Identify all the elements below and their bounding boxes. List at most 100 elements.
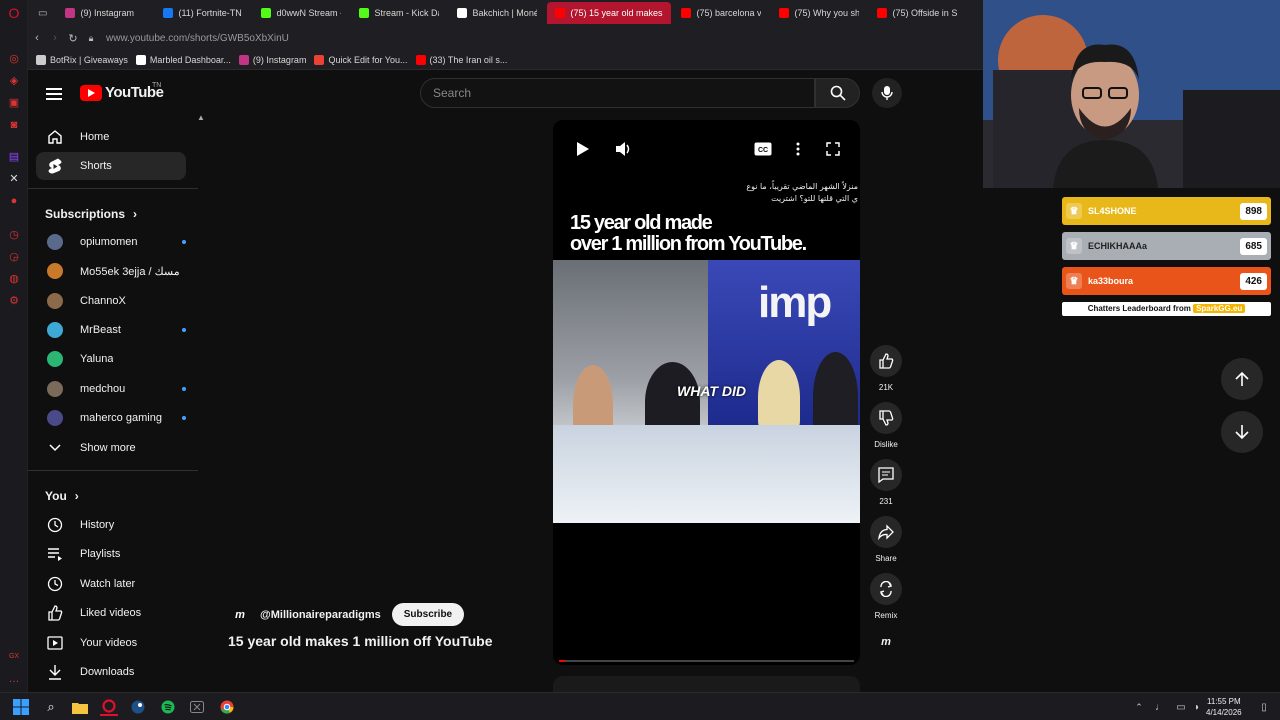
subscription-item[interactable]: MrBeast <box>36 316 186 344</box>
panel-table <box>553 425 860 523</box>
browser-tab[interactable]: Bakchich | Monét <box>449 2 545 24</box>
bookmark-item[interactable]: (9) Instagram <box>238 54 306 65</box>
youtube-logo[interactable]: YouTube TN <box>80 82 164 101</box>
video-progress-bar[interactable] <box>559 660 854 662</box>
more-rail-icon[interactable]: … <box>7 672 21 686</box>
share-action[interactable]: Share <box>868 516 904 563</box>
dislike-action[interactable]: Dislike <box>868 402 904 449</box>
instagram-icon[interactable]: ◙ <box>7 118 21 132</box>
bookmark-item[interactable]: BotRix | Giveaways <box>36 54 128 65</box>
subscription-item[interactable]: maherco gaming <box>36 404 186 432</box>
aria-icon[interactable]: ◎ <box>7 52 21 66</box>
xbox-app-icon[interactable] <box>188 698 206 716</box>
video-title[interactable]: 15 year old makes 1 million off YouTube <box>228 633 493 649</box>
next-short-preview[interactable] <box>553 676 860 692</box>
you-heading[interactable]: You › <box>45 489 79 503</box>
url-field[interactable]: www.youtube.com/shorts/GWB5oXbXinU <box>106 33 289 44</box>
fullscreen-icon[interactable] <box>824 140 842 158</box>
sidebar-item-your-videos[interactable]: Your videos <box>36 629 186 657</box>
shopping-icon[interactable]: ◈ <box>7 74 21 88</box>
tab-switcher-icon[interactable]: ▭ <box>38 8 47 19</box>
bookmark-item[interactable]: (33) The Iran oil s... <box>415 54 507 65</box>
share-button[interactable] <box>870 516 902 548</box>
subscription-item[interactable]: opiumomen <box>36 228 186 256</box>
subscriptions-heading[interactable]: Subscriptions › <box>45 207 137 221</box>
search-taskbar-icon[interactable]: ⌕ <box>42 698 60 716</box>
bookmarks-rail-icon[interactable]: ◍ <box>7 272 21 286</box>
dislike-button[interactable] <box>870 402 902 434</box>
comments-action[interactable]: 231 <box>868 459 904 506</box>
browser-tab[interactable]: (75) barcelona vs <box>673 2 769 24</box>
gx-icon[interactable]: GX <box>7 650 21 664</box>
back-icon[interactable]: ‹ <box>28 32 46 44</box>
opera-gx-taskbar-icon[interactable] <box>100 698 118 716</box>
browser-tab[interactable]: (11) Fortnite-TN | F <box>155 2 251 24</box>
subscribe-button[interactable]: Subscribe <box>391 603 465 626</box>
like-button[interactable] <box>870 345 902 377</box>
hamburger-menu-icon[interactable] <box>46 85 62 101</box>
like-action[interactable]: 21K <box>868 345 904 392</box>
divider <box>28 188 198 189</box>
messenger-icon[interactable]: ▣ <box>7 96 21 110</box>
notifications-icon[interactable]: ▯ <box>1255 698 1273 716</box>
previous-short-button[interactable] <box>1221 358 1263 400</box>
voice-search-button[interactable] <box>872 78 902 108</box>
sidebar-item-liked-videos[interactable]: Liked videos <box>36 599 186 627</box>
file-explorer-icon[interactable] <box>71 698 89 716</box>
opera-logo-icon[interactable]: O <box>7 6 21 20</box>
bookmark-item[interactable]: Quick Edit for You... <box>314 54 408 65</box>
sidebar-item-shorts[interactable]: Shorts <box>36 152 186 180</box>
x-icon[interactable]: ✕ <box>7 172 21 186</box>
subscription-item[interactable]: ChannoX <box>36 287 186 315</box>
search-input[interactable]: Search <box>420 78 815 108</box>
tray-volume-icon[interactable]: ◗ <box>1188 698 1206 716</box>
browser-tab[interactable]: (75) Why you sho <box>771 2 867 24</box>
twitch-icon[interactable]: ▤ <box>7 150 21 164</box>
history-rail-icon[interactable]: ◶ <box>7 250 21 264</box>
clock-icon[interactable]: ◷ <box>7 228 21 242</box>
browser-tab[interactable]: (9) Instagram <box>57 2 153 24</box>
more-options-icon[interactable] <box>789 140 807 158</box>
subscription-item[interactable]: Mo55ek 3ejja / عجة مسك <box>36 257 186 285</box>
music-icon[interactable]: ● <box>7 194 21 208</box>
sidebar-item-playlists[interactable]: Playlists <box>36 540 186 568</box>
sidebar-item-home[interactable]: Home <box>36 123 186 151</box>
browser-tab[interactable]: (75) Offside in So <box>869 2 965 24</box>
arabic-subtitle: منزلاً الشهر الماضي تقريباً، ما نوع ي ال… <box>746 181 858 205</box>
channel-handle[interactable]: @Millionaireparadigms <box>260 609 381 621</box>
tray-microphone-icon[interactable]: ♩ <box>1151 698 1169 716</box>
subscription-item[interactable]: medchou <box>36 375 186 403</box>
steam-icon[interactable] <box>129 698 147 716</box>
next-short-button[interactable] <box>1221 411 1263 453</box>
reload-icon[interactable]: ↻ <box>64 32 82 45</box>
browser-tab[interactable]: d0wwN Stream - \ <box>253 2 349 24</box>
browser-tab[interactable]: Stream - Kick Das <box>351 2 447 24</box>
subscription-item[interactable]: Yaluna <box>36 345 186 373</box>
system-clock[interactable]: 11:55 PM 4/14/2026 <box>1206 696 1242 718</box>
forward-icon[interactable]: › <box>46 32 64 44</box>
spotify-icon[interactable] <box>159 698 177 716</box>
play-icon[interactable] <box>574 140 592 158</box>
sidebar-item-history[interactable]: History <box>36 511 186 539</box>
channel-avatar[interactable]: m <box>228 605 252 625</box>
browser-tab[interactable]: (75) 15 year old makes 1 m <box>547 2 672 24</box>
remix-action[interactable]: Remix <box>868 573 904 620</box>
sidebar-item-downloads[interactable]: Downloads <box>36 658 186 686</box>
search-button[interactable] <box>815 78 860 108</box>
volume-icon[interactable] <box>615 140 633 158</box>
show-more-button[interactable]: Show more <box>36 434 186 462</box>
audio-source-avatar[interactable]: m <box>868 636 904 648</box>
comments-button[interactable] <box>870 459 902 491</box>
remix-button[interactable] <box>870 573 902 605</box>
settings-rail-icon[interactable]: ⚙ <box>7 294 21 308</box>
chrome-icon[interactable] <box>218 698 236 716</box>
sidebar-item-watch-later[interactable]: Watch later <box>36 570 186 598</box>
tabs-menu[interactable]: ▭ <box>30 2 55 24</box>
sidebar-item-label: Show more <box>80 442 136 454</box>
tray-chevron-up-icon[interactable]: ⌃ <box>1130 698 1148 716</box>
bookmark-favicon-icon <box>314 54 325 65</box>
shorts-player[interactable]: CC منزلاً الشهر الماضي تقريباً، ما نوع ي… <box>553 120 860 665</box>
closed-captions-icon[interactable]: CC <box>754 140 772 158</box>
bookmark-item[interactable]: Marbled Dashboar... <box>135 54 231 65</box>
windows-start-icon[interactable] <box>12 698 30 716</box>
